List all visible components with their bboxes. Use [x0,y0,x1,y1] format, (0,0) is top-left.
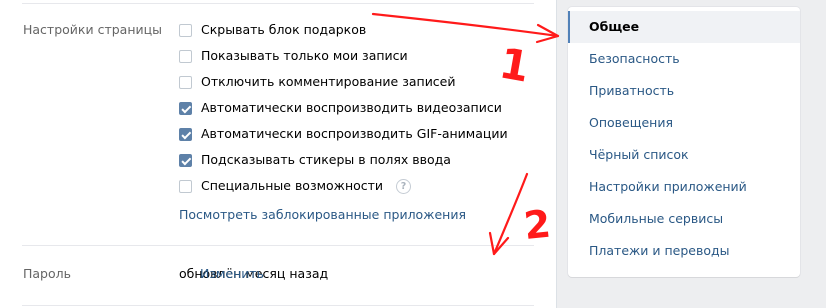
option-label: Скрывать блок подарков [201,22,367,37]
option-label: Показывать только мои записи [201,48,408,63]
checkbox[interactable] [179,23,192,37]
blocked-apps-link[interactable]: Посмотреть заблокированные приложения [179,207,466,223]
bottom-divider [22,305,534,306]
section-divider [22,245,534,246]
option-autoplay-gif[interactable]: Автоматически воспроизводить GIF-анимаци… [179,126,508,142]
option-disable-comments[interactable]: Отключить комментирование записей [179,74,456,90]
page-settings-label: Настройки страницы [23,22,162,37]
option-accessibility[interactable]: Специальные возможности ? [179,178,412,194]
option-label: Автоматически воспроизводить GIF-анимаци… [201,126,508,141]
option-suggest-stickers[interactable]: Подсказывать стикеры в полях ввода [179,152,451,168]
checkbox[interactable] [179,75,192,89]
checkbox-checked[interactable] [179,101,192,115]
option-only-my-posts[interactable]: Показывать только мои записи [179,48,408,64]
menu-item-notifications[interactable]: Оповещения [568,107,800,139]
help-icon[interactable]: ? [396,178,412,194]
menu-item-privacy[interactable]: Приватность [568,75,800,107]
option-autoplay-video[interactable]: Автоматически воспроизводить видеозаписи [179,100,502,116]
menu-item-payments[interactable]: Платежи и переводы [568,235,800,267]
menu-item-blacklist[interactable]: Чёрный список [568,139,800,171]
change-password-link[interactable]: Изменить [200,266,264,282]
option-label: Отключить комментирование записей [201,74,456,89]
settings-nav-menu: Общее Безопасность Приватность Оповещени… [568,7,800,277]
checkbox-checked[interactable] [179,153,192,167]
settings-main-card: Настройки страницы Скрывать блок подарко… [0,0,557,308]
option-label: Автоматически воспроизводить видеозаписи [201,100,502,115]
checkbox[interactable] [179,179,192,193]
menu-item-general[interactable]: Общее [568,11,800,43]
top-divider [22,3,534,4]
menu-item-mobile-services[interactable]: Мобильные сервисы [568,203,800,235]
option-label: Подсказывать стикеры в полях ввода [201,152,451,167]
menu-item-security[interactable]: Безопасность [568,43,800,75]
checkbox[interactable] [179,49,192,63]
checkbox-checked[interactable] [179,127,192,141]
option-hide-gifts[interactable]: Скрывать блок подарков [179,22,366,38]
menu-item-app-settings[interactable]: Настройки приложений [568,171,800,203]
option-label: Специальные возможности [201,178,384,193]
password-label: Пароль [23,266,71,281]
